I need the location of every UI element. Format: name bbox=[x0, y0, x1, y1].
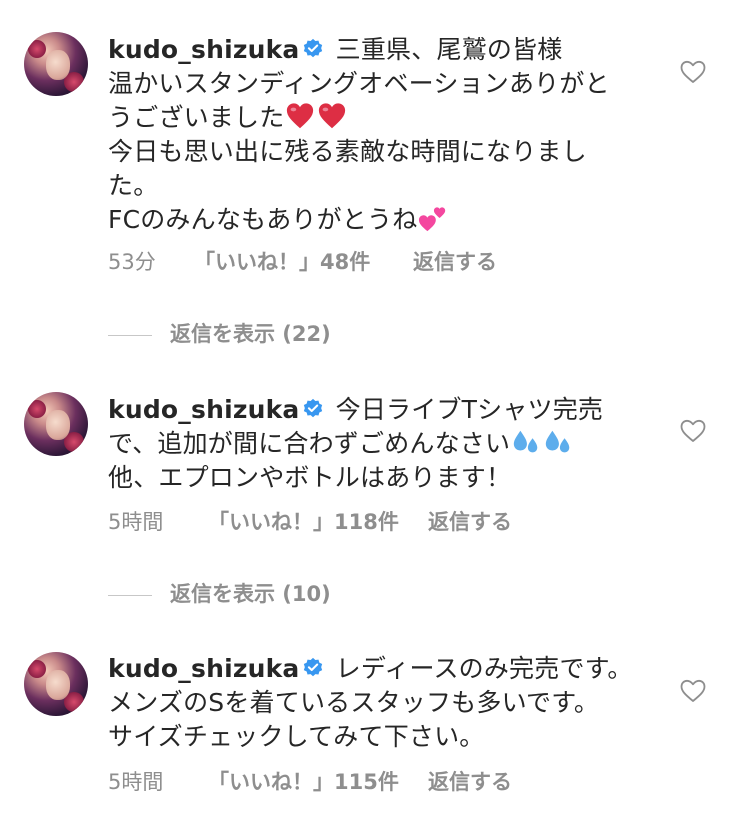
comment-text: で、追加が間に合わずごめんなさい bbox=[108, 429, 511, 458]
timestamp: 5時間 bbox=[108, 510, 164, 534]
comment-text: サイズチェックしてみて下さい。 bbox=[108, 722, 485, 751]
red-heart-emoji bbox=[287, 103, 314, 129]
reply-button[interactable]: 返信する bbox=[428, 507, 512, 537]
sweat-droplets-emoji bbox=[514, 430, 538, 453]
avatar[interactable] bbox=[24, 32, 88, 96]
likes-count[interactable]: 「いいね！」115件 bbox=[208, 767, 399, 797]
heart-outline-icon[interactable] bbox=[680, 679, 706, 703]
reply-button[interactable]: 返信する bbox=[413, 247, 497, 277]
avatar[interactable] bbox=[24, 652, 88, 716]
reply-button[interactable]: 返信する bbox=[428, 767, 512, 797]
timestamp: 53分 bbox=[108, 250, 156, 274]
timestamp: 5時間 bbox=[108, 770, 164, 794]
comment-text: FCのみんなもありがとうね bbox=[108, 205, 418, 234]
divider bbox=[108, 594, 152, 596]
avatar[interactable] bbox=[24, 392, 88, 456]
comment-body: kudo_shizuka 三重県、尾鷲の皆様 温かいスタンディングオベーションあ… bbox=[108, 33, 638, 237]
red-heart-emoji bbox=[319, 103, 346, 129]
comment-text: 今日も思い出に残る素敵な時間になりまし bbox=[108, 137, 587, 166]
comment-text: 温かいスタンディングオベーションありがと bbox=[108, 69, 610, 98]
comment-text: メンズのSを着ているスタッフも多いです。 bbox=[108, 688, 600, 717]
comment-body: kudo_shizuka レディースのみ完売です。 メンズのSを着ているスタッフ… bbox=[108, 652, 638, 754]
comment-text: レディースのみ完売です。 bbox=[335, 654, 633, 683]
username[interactable]: kudo_shizuka bbox=[108, 35, 300, 64]
sweat-droplets-emoji bbox=[546, 430, 570, 453]
verified-badge-icon bbox=[303, 38, 322, 58]
likes-count[interactable]: 「いいね！」48件 bbox=[194, 247, 370, 277]
heart-outline-icon[interactable] bbox=[680, 60, 706, 84]
comment-text: 三重県、尾鷲の皆様 bbox=[335, 35, 563, 64]
comment-text: 今日ライブTシャツ完売 bbox=[335, 395, 604, 424]
verified-badge-icon bbox=[303, 657, 322, 677]
username[interactable]: kudo_shizuka bbox=[108, 395, 300, 424]
heart-outline-icon[interactable] bbox=[680, 419, 706, 443]
view-replies-label: 返信を表示 (10) bbox=[170, 582, 331, 606]
username[interactable]: kudo_shizuka bbox=[108, 654, 300, 683]
view-replies-label: 返信を表示 (22) bbox=[170, 322, 331, 346]
divider bbox=[108, 334, 152, 336]
likes-count[interactable]: 「いいね！」118件 bbox=[208, 507, 399, 537]
comment-text: 他、エプロンやボトルはあります！ bbox=[108, 463, 512, 492]
two-hearts-emoji bbox=[419, 207, 446, 232]
comment-text: うございました bbox=[108, 103, 285, 132]
view-replies-button[interactable]: 返信を表示 (22) bbox=[108, 319, 331, 349]
comment-body: kudo_shizuka 今日ライブTシャツ完売 で、追加が間に合わずごめんなさ… bbox=[108, 393, 638, 495]
verified-badge-icon bbox=[303, 398, 322, 418]
view-replies-button[interactable]: 返信を表示 (10) bbox=[108, 579, 331, 609]
comment-text: た。 bbox=[108, 171, 159, 200]
